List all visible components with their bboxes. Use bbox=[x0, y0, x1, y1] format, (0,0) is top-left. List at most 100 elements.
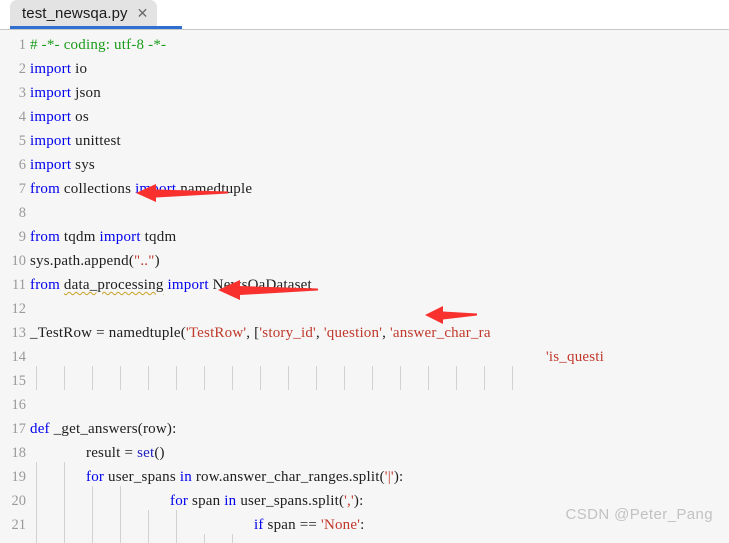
code-line[interactable]: 1 # -*- coding: utf-8 -*- bbox=[0, 33, 729, 57]
token-module-unresolved: data_processing bbox=[63, 277, 164, 293]
line-number: 22 bbox=[0, 537, 27, 543]
token-keyword: import bbox=[30, 109, 72, 125]
line-content: continue bbox=[310, 537, 363, 543]
watermark: CSDN @Peter_Pang bbox=[565, 506, 713, 523]
close-icon[interactable]: ✕ bbox=[137, 6, 149, 20]
token-funcdef: _get_answers(row): bbox=[49, 421, 177, 437]
token-keyword: from bbox=[30, 277, 60, 293]
code-line[interactable]: 8 bbox=[0, 201, 729, 225]
line-number: 14 bbox=[11, 349, 27, 365]
token-keyword: import bbox=[30, 85, 72, 101]
token-punct: ): bbox=[393, 469, 404, 485]
token-keyword: for bbox=[86, 469, 105, 485]
token-string: 'question' bbox=[323, 325, 383, 341]
line-content: sys.path.append("..") bbox=[30, 249, 160, 273]
tab-label: test_newsqa.py bbox=[22, 4, 128, 22]
line-content: from data_processing import NewsQaDatase… bbox=[30, 273, 312, 297]
code-line[interactable]: 14 'is_questi bbox=[0, 345, 729, 369]
code-line[interactable]: 18 result = set() bbox=[0, 441, 729, 465]
line-number: 5 bbox=[18, 133, 26, 149]
code-line[interactable]: 15 bbox=[0, 369, 729, 393]
line-number: 8 bbox=[18, 205, 26, 221]
code-line[interactable]: 2 import io bbox=[0, 57, 729, 81]
line-content: import unittest bbox=[30, 129, 121, 153]
code-lines: 1 # -*- coding: utf-8 -*- 2 import io 3 … bbox=[0, 30, 729, 543]
token-module: io bbox=[75, 61, 88, 77]
line-number: 13 bbox=[11, 325, 27, 341]
line-content: import os bbox=[30, 105, 89, 129]
line-content: result = set() bbox=[86, 441, 165, 465]
line-number: 2 bbox=[18, 61, 26, 77]
token-module: os bbox=[75, 109, 89, 125]
code-line[interactable]: 6 import sys bbox=[0, 153, 729, 177]
token-punct: , bbox=[382, 325, 391, 341]
token-keyword: import bbox=[167, 277, 209, 293]
token-string: 'TestRow' bbox=[185, 325, 247, 341]
token-punct: : bbox=[360, 517, 365, 533]
code-line[interactable]: 10 sys.path.append("..") bbox=[0, 249, 729, 273]
token-keyword: from bbox=[30, 181, 60, 197]
code-line[interactable]: 5 import unittest bbox=[0, 129, 729, 153]
code-line[interactable]: 17 def _get_answers(row): bbox=[0, 417, 729, 441]
line-content: # -*- coding: utf-8 -*- bbox=[30, 33, 166, 57]
token-string: ',' bbox=[344, 493, 354, 509]
line-number: 11 bbox=[12, 277, 26, 293]
token-keyword: from bbox=[30, 229, 60, 245]
token-module: collections bbox=[63, 181, 132, 197]
line-content: def _get_answers(row): bbox=[30, 417, 176, 441]
line-number: 10 bbox=[11, 253, 27, 269]
tab-bar: test_newsqa.py ✕ bbox=[0, 0, 729, 30]
token-call: sys.path.append( bbox=[30, 253, 135, 269]
line-content: import sys bbox=[30, 153, 95, 177]
tab-test-newsqa-py[interactable]: test_newsqa.py ✕ bbox=[10, 0, 158, 26]
token-module: unittest bbox=[75, 133, 121, 149]
line-content: for user_spans in row.answer_char_ranges… bbox=[86, 465, 403, 489]
token-builtin: set bbox=[137, 445, 155, 461]
line-number: 9 bbox=[18, 229, 26, 245]
line-number: 18 bbox=[11, 445, 27, 461]
code-line[interactable]: 19 for user_spans in row.answer_char_ran… bbox=[0, 465, 729, 489]
code-line[interactable]: 11 from data_processing import NewsQaDat… bbox=[0, 273, 729, 297]
token-assign: result = bbox=[86, 445, 138, 461]
token-punct: , bbox=[315, 325, 324, 341]
line-content: 'is_questi bbox=[546, 345, 604, 369]
code-line[interactable]: 7 from collections import namedtuple bbox=[0, 177, 729, 201]
line-number: 4 bbox=[18, 109, 26, 125]
code-line[interactable]: 16 bbox=[0, 393, 729, 417]
line-content: import io bbox=[30, 57, 87, 81]
code-line[interactable]: 13 _TestRow = namedtuple('TestRow', ['st… bbox=[0, 321, 729, 345]
code-line[interactable]: 3 import json bbox=[0, 81, 729, 105]
token-var: span bbox=[188, 493, 225, 509]
token-string: 'story_id' bbox=[259, 325, 316, 341]
token-keyword: for bbox=[170, 493, 189, 509]
line-number: 21 bbox=[11, 517, 27, 533]
line-number: 15 bbox=[11, 373, 27, 389]
token-expr: row.answer_char_ranges.split( bbox=[191, 469, 385, 485]
code-line[interactable]: 22 continue bbox=[0, 537, 729, 543]
code-editor[interactable]: 1 # -*- coding: utf-8 -*- 2 import io 3 … bbox=[0, 30, 729, 543]
line-number: 12 bbox=[11, 301, 27, 317]
token-module: json bbox=[75, 85, 101, 101]
line-content: from collections import namedtuple bbox=[30, 177, 252, 201]
token-punct: ): bbox=[353, 493, 364, 509]
token-assign: _TestRow = namedtuple( bbox=[30, 325, 186, 341]
token-keyword: import bbox=[135, 181, 177, 197]
line-number: 6 bbox=[18, 157, 26, 173]
token-name: namedtuple bbox=[180, 181, 253, 197]
token-punct: , [ bbox=[246, 325, 260, 341]
code-line[interactable]: 12 bbox=[0, 297, 729, 321]
token-name: NewsQaDataset bbox=[212, 277, 312, 293]
token-comment: # -*- coding: utf-8 -*- bbox=[30, 37, 167, 53]
line-content: import json bbox=[30, 81, 101, 105]
token-keyword: import bbox=[99, 229, 141, 245]
line-number: 3 bbox=[18, 85, 26, 101]
token-keyword: import bbox=[30, 157, 72, 173]
code-line[interactable]: 4 import os bbox=[0, 105, 729, 129]
line-number: 20 bbox=[11, 493, 27, 509]
token-keyword: def bbox=[30, 421, 50, 437]
code-line[interactable]: 9 from tqdm import tqdm bbox=[0, 225, 729, 249]
line-content: _TestRow = namedtuple('TestRow', ['story… bbox=[30, 321, 491, 345]
line-number: 7 bbox=[18, 181, 26, 197]
token-keyword: if bbox=[254, 517, 264, 533]
line-number: 1 bbox=[18, 37, 26, 53]
